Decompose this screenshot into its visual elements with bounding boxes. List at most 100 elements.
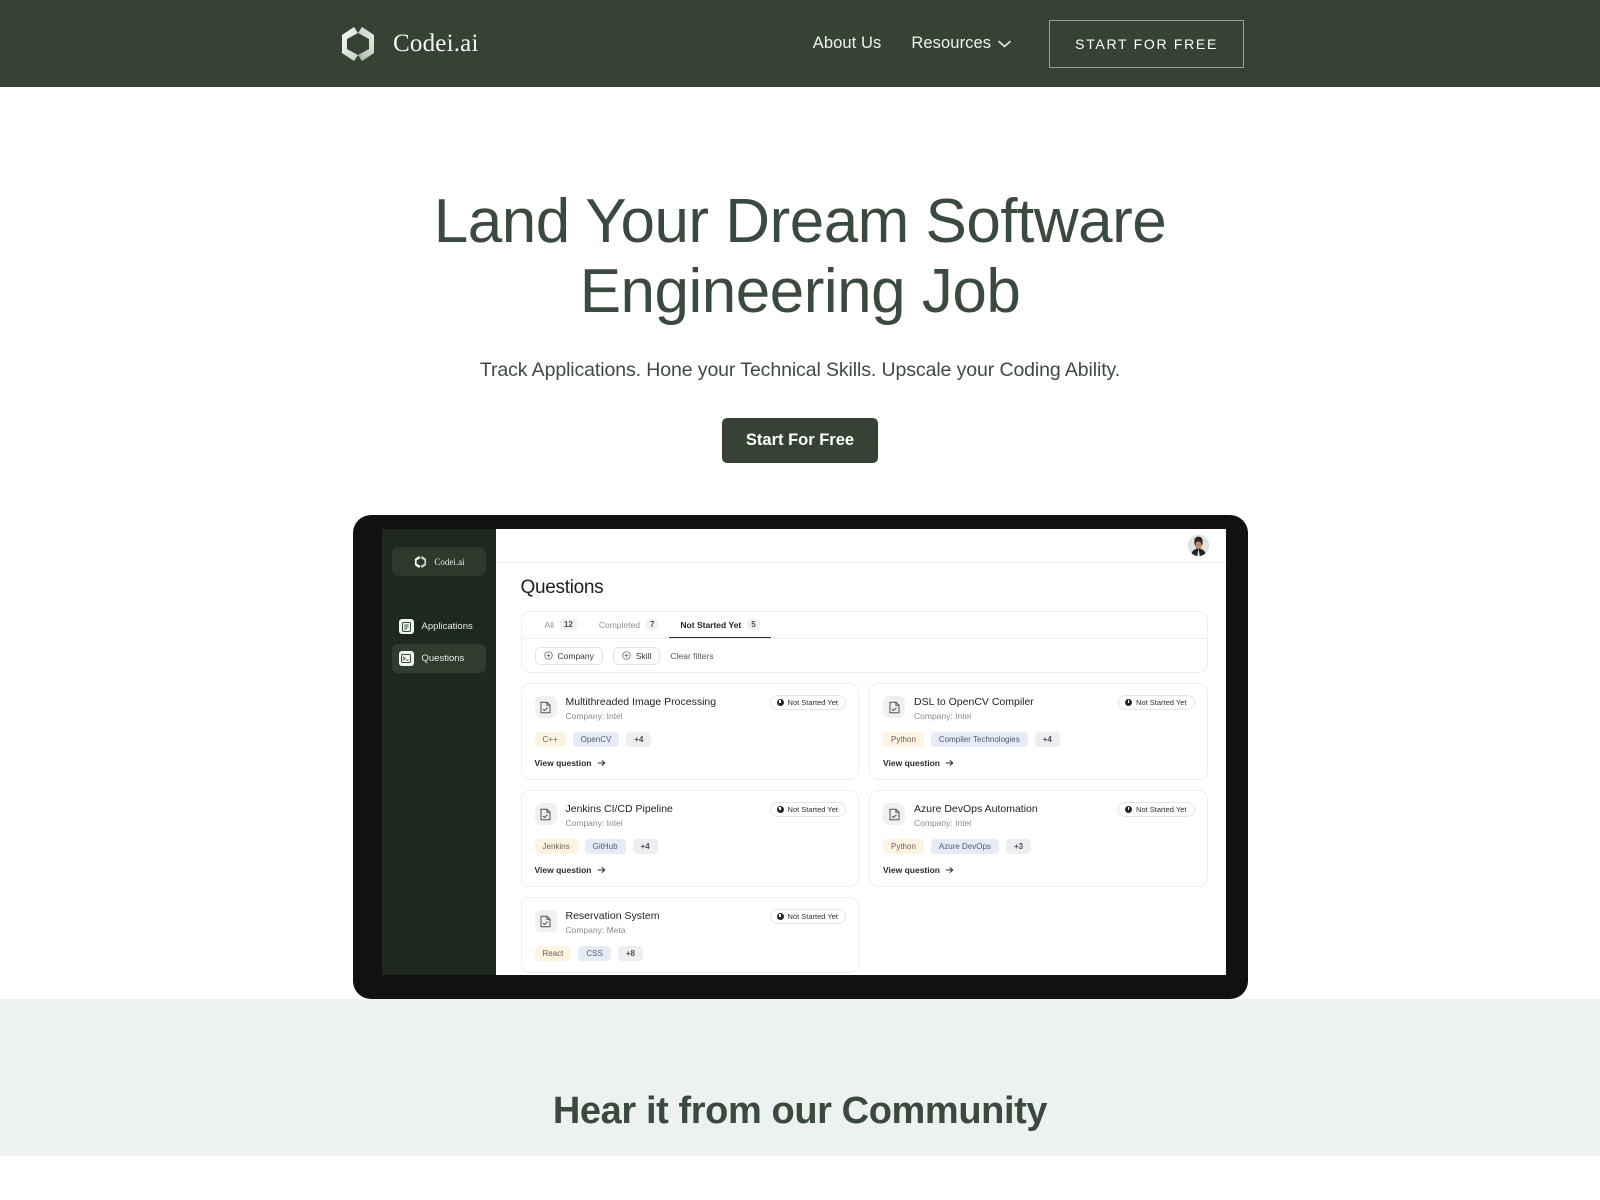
view-question-link[interactable]: View question	[535, 758, 846, 768]
question-card[interactable]: Not Started Yet Jenkins CI/CD Pipeline C…	[520, 790, 859, 887]
question-card[interactable]: Not Started Yet DSL to OpenCV Compiler C…	[869, 683, 1208, 780]
skill-tag-more: +4	[626, 732, 652, 747]
status-badge-label: Not Started Yet	[1136, 805, 1187, 814]
community-heading: Hear it from our Community	[552, 1090, 1048, 1132]
brand-name: Codei.ai	[393, 29, 479, 57]
tab-not-started-yet-label: Not Started Yet	[680, 619, 742, 630]
clock-icon	[776, 806, 784, 813]
page-title: Land Your Dream Software Engineering Job	[0, 187, 1600, 327]
status-tabs: All 12 Completed 7 Not Started Yet 5	[521, 612, 1207, 639]
skill-tag: GitHub	[584, 839, 626, 854]
view-question-label: View question	[883, 865, 940, 875]
clock-icon	[1125, 806, 1133, 813]
sidebar-item-applications-label: Applications	[421, 621, 473, 632]
sidebar-brand-card[interactable]: Codei.ai	[391, 547, 486, 576]
app-preview-mockup: Codei.ai Applications Questions Question…	[0, 515, 1600, 999]
question-document-icon	[534, 696, 557, 718]
sidebar-item-questions-label: Questions	[421, 653, 465, 664]
question-title: Reservation System	[565, 910, 660, 922]
view-question-link[interactable]: View question	[883, 758, 1194, 768]
tab-all[interactable]: All 12	[534, 612, 588, 638]
questions-page: Questions All 12 Completed 7 Not Started…	[496, 563, 1226, 973]
status-badge: Not Started Yet	[769, 909, 846, 924]
skill-tag: React	[534, 946, 572, 961]
question-document-icon	[534, 910, 557, 932]
view-question-label: View question	[534, 865, 592, 875]
question-card[interactable]: Not Started Yet Multithreaded Image Proc…	[520, 683, 859, 780]
skill-tag-more: +4	[632, 839, 658, 854]
status-badge-label: Not Started Yet	[787, 698, 838, 707]
sidebar-item-questions[interactable]: Questions	[391, 644, 486, 673]
filter-skill-label: Skill	[635, 650, 652, 661]
skill-tags: Python Compiler Technologies +4	[883, 732, 1194, 747]
tab-completed-count: 7	[645, 619, 659, 630]
questions-page-title: Questions	[520, 577, 604, 598]
status-badge: Not Started Yet	[1118, 802, 1195, 817]
app-topbar	[495, 529, 1226, 563]
start-for-free-nav-button[interactable]: START FOR FREE	[1049, 19, 1244, 68]
user-avatar[interactable]	[1187, 535, 1209, 556]
clock-icon	[776, 699, 784, 706]
question-card[interactable]: Not Started Yet Azure DevOps Automation …	[869, 790, 1208, 887]
nav-link-resources-label: Resources	[911, 34, 992, 52]
status-badge: Not Started Yet	[769, 802, 846, 817]
tab-completed-label: Completed	[598, 619, 640, 630]
top-navigation-bar: Codei.ai About Us Resources START FOR FR…	[0, 0, 1600, 87]
nav-link-resources[interactable]: Resources	[911, 34, 1011, 53]
filter-skill-button[interactable]: Skill	[612, 646, 661, 665]
chevron-down-icon	[998, 40, 1011, 48]
skill-tag: Azure DevOps	[930, 839, 999, 854]
arrow-right-icon	[597, 759, 606, 767]
filter-company-label: Company	[557, 650, 594, 661]
question-title: Jenkins CI/CD Pipeline	[565, 803, 673, 815]
plus-circle-icon	[543, 651, 553, 660]
skill-tag: C++	[534, 732, 566, 747]
sidebar-item-applications[interactable]: Applications	[392, 612, 486, 641]
arrow-right-icon	[945, 759, 954, 767]
codei-logo-icon	[334, 24, 382, 64]
hero-subheadline: Track Applications. Hone your Technical …	[479, 359, 1121, 381]
skill-tag: Python	[883, 732, 924, 747]
question-company: Company: Intel	[914, 818, 972, 828]
view-question-link[interactable]: View question	[535, 865, 846, 875]
headline-line-2: Engineering Job	[579, 257, 1021, 326]
skill-tag: CSS	[578, 946, 611, 961]
start-for-free-hero-button[interactable]: Start For Free	[721, 418, 879, 463]
question-title: Azure DevOps Automation	[914, 803, 1038, 815]
view-question-link[interactable]: View question	[883, 865, 1194, 875]
question-company: Company: Meta	[565, 925, 626, 935]
brand-logo-link[interactable]: Codei.ai	[334, 24, 479, 64]
question-card[interactable]: Not Started Yet Reservation System Compa…	[520, 897, 859, 973]
skill-tag: Jenkins	[534, 839, 578, 854]
tab-not-started-yet[interactable]: Not Started Yet 5	[669, 612, 771, 638]
clear-filters-button[interactable]: Clear filters	[670, 651, 713, 661]
view-question-label: View question	[883, 758, 940, 768]
skill-tag-more: +3	[1005, 839, 1032, 854]
tab-not-started-yet-count: 5	[747, 619, 760, 630]
device-frame: Codei.ai Applications Questions Question…	[352, 515, 1248, 999]
app-sidebar: Codei.ai Applications Questions	[381, 529, 496, 975]
codei-logo-icon	[412, 555, 429, 569]
question-document-icon	[534, 803, 557, 825]
sidebar-nav: Applications Questions	[391, 612, 486, 673]
tab-all-label: All	[544, 619, 554, 630]
nav-link-about-us[interactable]: About Us	[813, 34, 882, 53]
status-badge: Not Started Yet	[769, 695, 846, 710]
nav-links-group: About Us Resources START FOR FREE	[813, 19, 1244, 68]
question-document-icon	[883, 803, 905, 825]
filters-panel: All 12 Completed 7 Not Started Yet 5 Com…	[520, 611, 1208, 673]
skill-tags: Jenkins GitHub +4	[534, 839, 846, 854]
arrow-right-icon	[597, 866, 606, 874]
question-title: DSL to OpenCV Compiler	[914, 696, 1034, 708]
question-document-icon	[883, 696, 905, 718]
terminal-icon	[398, 651, 414, 666]
status-badge-label: Not Started Yet	[787, 805, 838, 814]
question-company: Company: Intel	[565, 711, 623, 721]
tab-completed[interactable]: Completed 7	[588, 612, 670, 638]
plus-circle-icon	[622, 651, 631, 660]
skill-tag: OpenCV	[572, 732, 620, 747]
question-company: Company: Intel	[565, 818, 623, 828]
question-company: Company: Intel	[914, 711, 972, 721]
filter-company-button[interactable]: Company	[534, 646, 603, 665]
sidebar-brand-name: Codei.ai	[434, 556, 465, 567]
